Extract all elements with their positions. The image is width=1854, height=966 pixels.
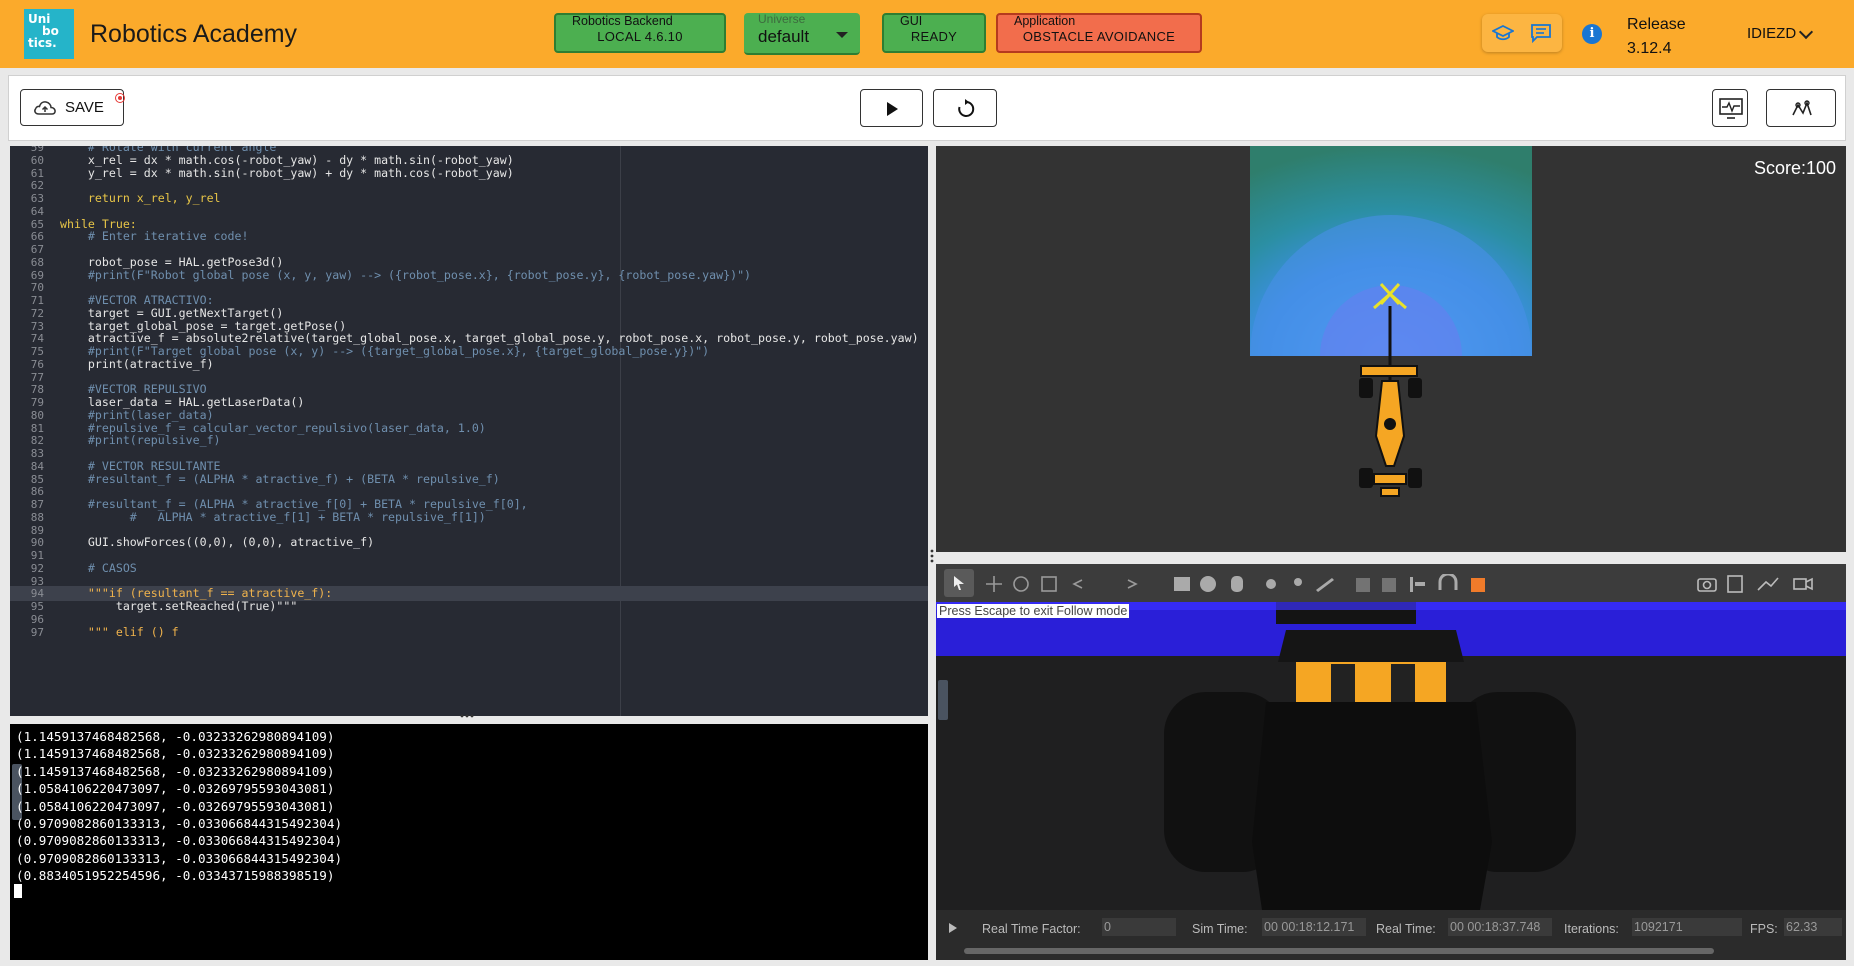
monitor-heartbeat-icon (1719, 98, 1743, 119)
console-line: (1.1459137468482568, -0.0323326298089410… (16, 746, 335, 762)
editor-toolbar: SAVE (8, 75, 1846, 141)
console-line: (0.9709082860133313, -0.0330668443154923… (16, 816, 343, 831)
robot-2d-view[interactable]: Score:100 (936, 146, 1846, 552)
real-time-label: Real Time: (1376, 922, 1436, 936)
console-output[interactable]: (1.1459137468482568, -0.0323326298089410… (10, 724, 928, 960)
release-info: Release 3.12.4 (1627, 13, 1686, 61)
gazebo-toggle-button[interactable] (1766, 89, 1836, 127)
backend-caption: Robotics Backend (572, 14, 673, 28)
sim-time-value: 00 00:18:12.171 (1262, 918, 1366, 936)
user-menu[interactable]: IDIEZD (1747, 25, 1796, 42)
save-button[interactable]: SAVE (20, 89, 125, 126)
horizontal-splitter-handle-icon[interactable] (460, 714, 474, 718)
reset-button[interactable] (933, 89, 997, 127)
backend-value: LOCAL 4.6.10 (597, 29, 683, 44)
application-button[interactable]: Application OBSTACLE AVOIDANCE (996, 13, 1202, 53)
sim-time-label: Sim Time: (1192, 922, 1248, 936)
console-line: (0.9709082860133313, -0.0330668443154923… (16, 850, 343, 866)
vertical-splitter-handle-icon[interactable] (929, 549, 935, 563)
console-line: (1.0584106220473097, -0.0326979559304308… (16, 798, 335, 814)
play-icon[interactable] (948, 922, 958, 934)
top-bar: Uni bo tics. Robotics Academy Robotics B… (0, 0, 1854, 68)
f1-car-top-icon (1359, 365, 1422, 497)
arrow-cursor-icon (954, 576, 964, 590)
simulator-icon (1792, 100, 1812, 116)
code-text: """ elif () f (60, 624, 179, 639)
fps-label: FPS: (1750, 922, 1778, 936)
code-editor[interactable]: 59 # Rotate with current angle 60 x_rel =… (10, 146, 928, 716)
console-line: (1.1459137468482568, -0.0323326298089410… (16, 729, 335, 744)
gazebo-scrollbar[interactable] (964, 948, 1714, 954)
select-tool-button[interactable] (944, 569, 974, 597)
universe-value: default (758, 27, 810, 46)
dropdown-caret-icon (836, 32, 848, 38)
gui-caption: GUI (900, 14, 923, 28)
rtf-label: Real Time Factor: (982, 922, 1081, 936)
cloud-upload-icon (34, 101, 56, 115)
iterations-label: Iterations: (1564, 922, 1619, 936)
camera-and-plot-icons[interactable] (1696, 574, 1836, 594)
console-line: (1.0584106220473097, -0.0326979559304308… (16, 781, 335, 797)
application-value: OBSTACLE AVOIDANCE (1022, 29, 1176, 44)
universe-caption: Universe (758, 12, 806, 26)
unsaved-indicator-icon (115, 93, 125, 103)
unibotics-logo[interactable]: Uni bo tics. (24, 9, 74, 59)
line-number: 97 (30, 625, 44, 639)
school-icon[interactable] (1492, 23, 1514, 43)
code-line[interactable]: 97 """ elif () f (10, 625, 928, 640)
restart-icon (958, 99, 975, 117)
score-label: Score:100 (1753, 158, 1836, 178)
real-time-value: 00 00:18:37.748 (1448, 918, 1552, 936)
gazebo-scene (936, 602, 1846, 910)
backend-status-button[interactable]: Robotics Backend LOCAL 4.6.10 (554, 13, 726, 53)
iterations-value: 1092171 (1632, 918, 1742, 936)
play-icon (887, 102, 898, 116)
forum-icon[interactable] (1530, 23, 1552, 43)
release-version: 3.12.4 (1627, 40, 1672, 57)
gazebo-3d-view[interactable]: Press Escape to exit Follow mode Real Ti… (936, 564, 1846, 960)
universe-select[interactable]: Universe default (744, 12, 860, 55)
monitor-button[interactable] (1712, 89, 1748, 127)
gazebo-toolbar (936, 564, 1846, 602)
application-caption: Application (1014, 14, 1076, 28)
console-cursor (14, 884, 22, 898)
follow-mode-hint: Press Escape to exit Follow mode (937, 604, 1130, 618)
save-label: SAVE (65, 99, 104, 116)
gui-status-button[interactable]: GUI READY (882, 13, 986, 53)
chevron-down-icon[interactable] (1798, 24, 1814, 40)
info-icon[interactable]: i (1582, 24, 1602, 44)
laser-scan-map (1250, 146, 1532, 497)
gui-value: READY (910, 29, 958, 44)
console-line: (0.9709082860133313, -0.0330668443154923… (16, 833, 343, 849)
release-label: Release (1627, 16, 1686, 33)
console-line: (0.8834051952254596, -0.0334371598839851… (16, 868, 335, 884)
play-button[interactable] (860, 89, 923, 127)
fps-value: 62.33 (1784, 918, 1842, 936)
gazebo-tool-icons[interactable] (986, 574, 1586, 594)
console-line: (1.1459137468482568, -0.0323326298089410… (16, 763, 335, 779)
rtf-value: 0 (1102, 918, 1176, 936)
header-icon-group (1482, 14, 1562, 52)
app-title: Robotics Academy (90, 20, 298, 48)
logo-text-3: tics. (28, 36, 57, 50)
gazebo-stats-bar: Real Time Factor: 0 Sim Time: 00 00:18:1… (936, 910, 1846, 960)
gazebo-side-handle[interactable] (938, 680, 948, 720)
